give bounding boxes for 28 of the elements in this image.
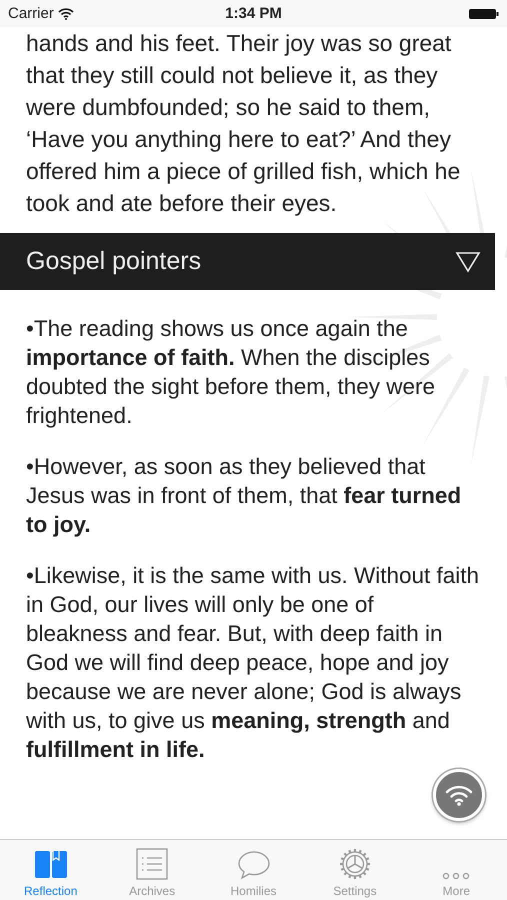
status-time: 1:34 PM — [225, 5, 282, 22]
section-header[interactable]: Gospel pointers — [0, 233, 495, 290]
reading-text-line: offered him a piece of grilled fish, which he — [26, 157, 462, 186]
book-icon — [34, 850, 68, 880]
battery-icon — [469, 8, 499, 20]
pointer-paragraph: •The reading shows us once again the importance of faith. When the disciples doubted the sight before them, they were frightened. — [26, 315, 436, 430]
tab-bar-item[interactable]: Reflection — [0, 840, 102, 900]
reading-text-line: took and ate before their eyes. — [26, 189, 338, 218]
wifi-icon — [58, 8, 74, 20]
reading-text-line: ‘Have you anything here to eat?’ And they — [26, 125, 452, 154]
tab-bar-item[interactable]: Archives — [101, 840, 203, 900]
more-icon — [442, 872, 470, 880]
pointer-paragraph: •However, as soon as they believed that Jesus was in front of them, that fear turned to joy. — [26, 453, 462, 539]
tab-bar-item[interactable]: Settings — [304, 840, 406, 900]
section-title: Gospel pointers — [26, 247, 202, 276]
settings-icon — [338, 848, 371, 880]
list-icon — [136, 848, 168, 880]
reading-text-line: were dumbfounded; so he said to them, — [26, 93, 432, 122]
wifi-button[interactable] — [433, 769, 485, 821]
reading-text-line: hands and his feet. Their joy was so great — [26, 29, 452, 58]
pointer-paragraph: •Likewise, it is the same with us. Without faith in God, our lives will only be one of bleakness and fear. But, with deep faith in God we will find deep peace, hope and joy because we are never alone; God is always with us, to give us meaning, strength and fulfillment in life. — [26, 562, 480, 764]
speech-bubble-icon — [236, 850, 271, 880]
carrier-name: Carrier — [8, 5, 54, 22]
reading-text-line: that they still could not believe it, as they — [26, 61, 439, 90]
tab-bar-item[interactable]: More — [406, 840, 507, 900]
collapse-triangle-icon — [455, 250, 481, 272]
wifi-icon — [445, 784, 473, 806]
tab-bar-item[interactable]: Homilies — [202, 840, 304, 900]
